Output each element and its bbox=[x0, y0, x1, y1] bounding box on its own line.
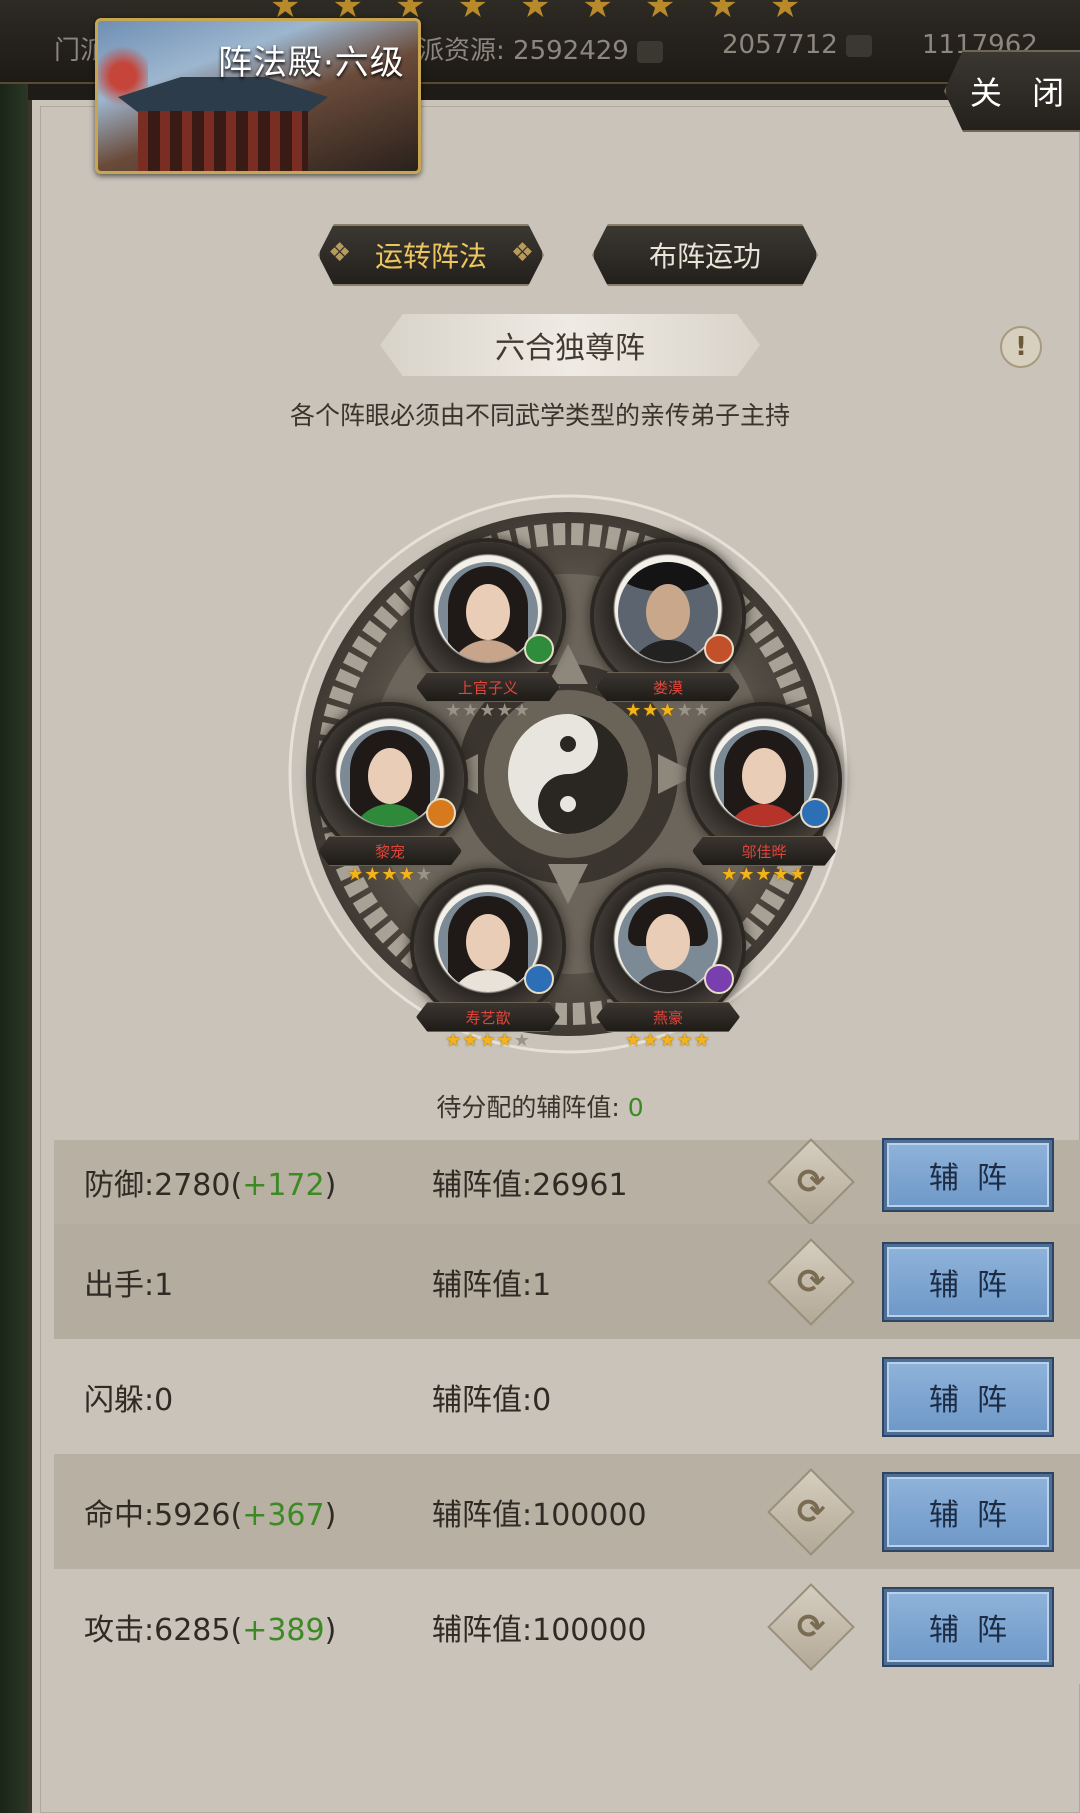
star-icon: ★ bbox=[479, 1030, 497, 1051]
aux-value: 辅阵值:26961 bbox=[432, 1168, 628, 1203]
star-icon: ★ bbox=[789, 864, 807, 885]
star-icon: ★ bbox=[364, 864, 382, 885]
tab-deploy-formation[interactable]: 布阵运功 bbox=[592, 224, 818, 286]
disciple-name: 娄漠 bbox=[596, 672, 740, 702]
pending-value: 0 bbox=[627, 1093, 644, 1122]
disciple-slot[interactable]: 娄漠 ★★★★★ bbox=[588, 542, 748, 722]
element-icon bbox=[524, 634, 554, 664]
disciple-portrait bbox=[414, 872, 562, 1020]
star-icon: ★ bbox=[462, 1030, 480, 1051]
portrait-art bbox=[340, 726, 440, 826]
disciple-slot[interactable]: 上官子义 ★★★★★ bbox=[408, 542, 568, 722]
disciple-stars: ★★★★★ bbox=[602, 1030, 734, 1051]
aux-value: 辅阵值:1 bbox=[432, 1267, 552, 1303]
aux-value: 辅阵值:100000 bbox=[432, 1497, 647, 1533]
element-icon bbox=[704, 964, 734, 994]
star-icon: ★ bbox=[755, 864, 773, 885]
star-icon: ★ bbox=[496, 1030, 514, 1051]
resource-sect-funds: 派资源: 2592429 bbox=[418, 30, 663, 67]
disciple-name: 上官子义 bbox=[416, 672, 560, 702]
star-icon: ★ bbox=[693, 1030, 711, 1051]
aux-value: 辅阵值:0 bbox=[432, 1382, 552, 1418]
element-icon bbox=[704, 634, 734, 664]
swap-icon[interactable]: ⟳ bbox=[767, 1467, 855, 1556]
element-icon bbox=[426, 798, 456, 828]
star-icon: ★ bbox=[625, 1030, 643, 1051]
portrait-art bbox=[714, 726, 814, 826]
disciple-slot[interactable]: 邬佳晔 ★★★★★ bbox=[684, 706, 844, 886]
stat-row-dodge: 闪躲:0 辅阵值:0 辅阵 bbox=[54, 1339, 1080, 1454]
star-icon: ★ bbox=[513, 1030, 531, 1051]
stat-row-hit: 命中:5926(+367) 辅阵值:100000 ⟳ 辅阵 bbox=[54, 1454, 1080, 1569]
disciple-portrait bbox=[690, 706, 838, 854]
background-forest bbox=[0, 84, 28, 1813]
aux-button[interactable]: 辅阵 bbox=[884, 1473, 1052, 1550]
portrait-art bbox=[438, 892, 538, 992]
stat-label: 闪躲:0 bbox=[84, 1382, 174, 1418]
resource-2: 2057712 bbox=[722, 30, 872, 60]
swap-icon[interactable]: ⟳ bbox=[767, 1138, 855, 1226]
portrait-art bbox=[618, 562, 718, 662]
disciple-portrait bbox=[594, 542, 742, 690]
close-button[interactable]: 关 闭 bbox=[944, 50, 1080, 132]
disciple-slot[interactable]: 燕豪 ★★★★★ bbox=[588, 872, 748, 1052]
star-icon: ★ bbox=[445, 1030, 463, 1051]
pending-aux-points: 待分配的辅阵值: 0 bbox=[0, 1088, 1080, 1124]
formation-hint: 各个阵眼必须由不同武学类型的亲传弟子主持 bbox=[289, 401, 790, 430]
tab-run-formation[interactable]: 运转阵法 bbox=[318, 224, 544, 286]
stat-label: 防御:2780(+172) bbox=[84, 1168, 337, 1203]
portrait-art bbox=[618, 892, 718, 992]
stat-label: 出手:1 bbox=[84, 1267, 174, 1303]
portrait-art bbox=[438, 562, 538, 662]
star-icon: ★ bbox=[625, 700, 643, 721]
scroll-icon bbox=[845, 34, 872, 57]
disciple-slot[interactable]: 寿艺歆 ★★★★★ bbox=[408, 872, 568, 1052]
hall-title-plate: 阵法殿·六级 bbox=[95, 18, 421, 174]
stat-label: 命中:5926(+367) bbox=[84, 1497, 337, 1533]
star-icon: ★ bbox=[381, 864, 399, 885]
star-icon: ★ bbox=[513, 700, 531, 721]
pending-label: 待分配的辅阵值: bbox=[436, 1093, 620, 1122]
stat-row-speed: 出手:1 辅阵值:1 ⟳ 辅阵 bbox=[54, 1224, 1080, 1339]
star-icon: ★ bbox=[479, 700, 497, 721]
aux-button[interactable]: 辅阵 bbox=[884, 1243, 1052, 1320]
formation-name: 六合独尊阵 bbox=[380, 314, 760, 376]
swap-icon[interactable]: ⟳ bbox=[767, 1582, 855, 1671]
aux-button[interactable]: 辅阵 bbox=[884, 1140, 1052, 1210]
stat-row-attack: 攻击:6285(+389) 辅阵值:100000 ⟳ 辅阵 bbox=[54, 1569, 1080, 1684]
coin-icon bbox=[636, 40, 663, 63]
formation-wheel: 上官子义 ★★★★★ 娄漠 ★★★★★ 黎宠 ★★★★★ 邬佳晔 ★★★★★ 寿… bbox=[288, 494, 848, 1054]
hall-art bbox=[138, 111, 308, 171]
disciple-portrait bbox=[316, 706, 464, 854]
star-icon: ★ bbox=[659, 700, 677, 721]
aux-button[interactable]: 辅阵 bbox=[884, 1358, 1052, 1435]
disciple-name: 黎宠 bbox=[318, 836, 462, 866]
stat-label: 攻击:6285(+389) bbox=[84, 1612, 337, 1648]
aux-button[interactable]: 辅阵 bbox=[884, 1588, 1052, 1665]
disciple-name: 燕豪 bbox=[596, 1002, 740, 1032]
stats-table: 防御:2780(+172) 辅阵值:26961 ⟳ 辅阵 出手:1 辅阵值:1 … bbox=[54, 1138, 1080, 1684]
aux-value: 辅阵值:100000 bbox=[432, 1612, 647, 1648]
star-icon: ★ bbox=[496, 700, 514, 721]
star-icon: ★ bbox=[642, 700, 660, 721]
disciple-stars: ★★★★★ bbox=[422, 1030, 554, 1051]
swap-icon[interactable]: ⟳ bbox=[767, 1237, 855, 1326]
star-icon: ★ bbox=[676, 1030, 694, 1051]
info-icon[interactable]: ! bbox=[1000, 326, 1042, 368]
element-icon bbox=[800, 798, 830, 828]
disciple-name: 邬佳晔 bbox=[692, 836, 836, 866]
star-icon: ★ bbox=[642, 1030, 660, 1051]
star-icon: ★ bbox=[659, 1030, 677, 1051]
element-icon bbox=[524, 964, 554, 994]
disciple-portrait bbox=[414, 542, 562, 690]
stat-row-defense: 防御:2780(+172) 辅阵值:26961 ⟳ 辅阵 bbox=[54, 1138, 1080, 1226]
page-title: 阵法殿·六级 bbox=[218, 43, 405, 83]
star-icon: ★ bbox=[772, 864, 790, 885]
disciple-name: 寿艺歆 bbox=[416, 1002, 560, 1032]
star-icon: ★ bbox=[347, 864, 365, 885]
disciple-portrait bbox=[594, 872, 742, 1020]
disciple-slot[interactable]: 黎宠 ★★★★★ bbox=[310, 706, 470, 886]
